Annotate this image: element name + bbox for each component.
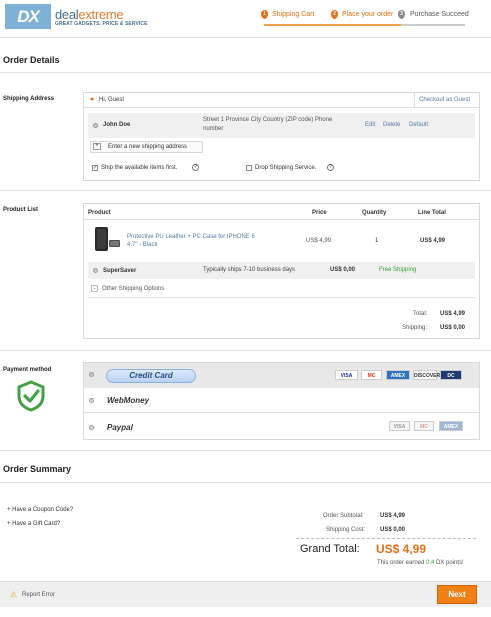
- shipping-cost: US$ 0,00: [330, 267, 356, 273]
- progress-line-3: [401, 24, 465, 26]
- brand-deal: deal: [55, 7, 79, 22]
- ship-available-checkbox[interactable]: ✓: [92, 165, 98, 171]
- progress-line-2: [332, 24, 401, 26]
- secure-shield-icon: [16, 380, 46, 412]
- free-shipping-note: Free Shipping: [379, 267, 417, 273]
- points-prefix: This order earned: [377, 560, 425, 566]
- divider: [0, 72, 491, 73]
- shipping-total-value: US$ 0,00: [440, 325, 466, 331]
- divider: [414, 93, 415, 107]
- product-name-line-1[interactable]: Protective PU Leather + PC Case for IPHO…: [127, 234, 255, 240]
- shipping-address-label: Shipping Address: [3, 96, 55, 102]
- shipping-method-radio[interactable]: [93, 268, 98, 273]
- points-value: 0,4: [426, 560, 435, 566]
- total-value: US$ 4,99: [440, 311, 466, 317]
- help-icon[interactable]: ?: [327, 164, 334, 171]
- product-quantity: 1: [375, 238, 379, 244]
- webmoney-radio[interactable]: [89, 398, 94, 403]
- user-icon: ●: [90, 96, 95, 103]
- shipping-cost-label: Shipping Cost:: [326, 527, 366, 533]
- other-shipping-options-link[interactable]: Other Shipping Options: [102, 286, 164, 292]
- checkout-as-guest-link[interactable]: Checkout as Guest: [419, 97, 470, 103]
- shipping-total-label: Shipping:: [402, 325, 428, 331]
- divider: [84, 107, 479, 108]
- col-line-total: Line Total: [418, 210, 446, 216]
- diners-club-icon: DC: [440, 370, 462, 380]
- divider: [0, 190, 491, 191]
- address-line-1: Street 1 Province City Country (ZIP code…: [203, 117, 333, 123]
- product-image[interactable]: [92, 225, 122, 255]
- discover-icon: DISCOVER: [413, 370, 440, 380]
- step-2-label: Place your order: [342, 11, 394, 18]
- total-label: Total:: [413, 311, 428, 317]
- col-price: Price: [312, 210, 327, 216]
- shipping-cost-value: US$ 0,00: [380, 527, 406, 533]
- divider: [0, 350, 491, 351]
- order-subtotal-value: US$ 4,99: [380, 513, 406, 519]
- next-button[interactable]: Next: [437, 585, 477, 604]
- plus-icon: +: [93, 143, 101, 150]
- product-price: US$ 4,99: [306, 238, 332, 244]
- col-quantity: Quantity: [362, 210, 387, 216]
- shipping-eta: Typically ships 7-10 business days: [203, 267, 296, 273]
- amex-icon: AMEX: [386, 370, 410, 380]
- product-name-line-2[interactable]: 4.7" - Black: [127, 242, 157, 248]
- help-icon[interactable]: ?: [192, 164, 199, 171]
- shipping-method-name: SuperSaver: [103, 268, 137, 274]
- coupon-link-label: Have a Coupon Code?: [12, 507, 74, 513]
- divider: [84, 219, 479, 220]
- grand-total-value: US$ 4,99: [376, 542, 427, 556]
- brand-tagline: GREAT GADGETS. PRICE & SERVICE: [55, 21, 148, 27]
- warning-icon: ⚠: [10, 590, 18, 599]
- add-shipping-address-label: Enter a new shipping address: [108, 144, 188, 150]
- order-subtotal-label: Order Subtotal:: [323, 513, 364, 519]
- report-error-link[interactable]: Report Error: [22, 592, 55, 598]
- drop-shipping-checkbox[interactable]: [246, 165, 252, 171]
- order-details-title: Order Details: [3, 55, 60, 65]
- ship-available-label: Ship the available items first.: [101, 165, 178, 171]
- address-radio[interactable]: [93, 123, 98, 128]
- delete-address-link[interactable]: Delete: [383, 122, 400, 128]
- col-product: Product: [88, 210, 111, 216]
- paypal-radio[interactable]: [89, 425, 94, 430]
- mastercard-icon: MC: [361, 370, 382, 380]
- visa-icon: VISA: [389, 421, 410, 431]
- greeting-text: Hi, Guest: [99, 97, 125, 103]
- edit-address-link[interactable]: Edit: [365, 122, 375, 128]
- points-note: This order earned 0,4 DX points!: [377, 560, 464, 566]
- coupon-link[interactable]: + Have a Coupon Code?: [7, 507, 73, 513]
- divider: [296, 538, 476, 539]
- credit-card-radio[interactable]: [89, 372, 94, 377]
- brand-name: dealextreme: [55, 7, 124, 22]
- credit-card-button[interactable]: Credit Card: [106, 369, 196, 383]
- gift-card-link-label: Have a Gift Card?: [12, 521, 61, 527]
- divider: [88, 297, 475, 298]
- visa-icon: VISA: [335, 370, 358, 380]
- product-list-label: Product List: [3, 207, 39, 213]
- product-line-total: US$ 4,99: [420, 238, 446, 244]
- default-address-link[interactable]: Default: [409, 122, 428, 128]
- mastercard-icon: MC: [414, 421, 434, 431]
- divider: [84, 412, 479, 413]
- address-name: John Doe: [103, 122, 131, 128]
- payment-method-label: Payment method: [3, 367, 52, 373]
- step-1-label: Shipping Cart: [272, 11, 315, 18]
- progress-line-1: [264, 24, 332, 26]
- drop-shipping-label: Drop Shipping Service.: [255, 165, 317, 171]
- divider: [0, 482, 491, 483]
- chevron-down-icon[interactable]: ⌄: [91, 285, 98, 292]
- grand-total-label: Grand Total:: [300, 543, 360, 555]
- address-line-2: number: [203, 126, 224, 132]
- footer-bar: [0, 581, 491, 607]
- amex-icon: AMEX: [439, 421, 463, 431]
- webmoney-option[interactable]: WebMoney: [107, 396, 149, 405]
- order-summary-title: Order Summary: [3, 464, 72, 474]
- brand-extreme: extreme: [78, 7, 124, 22]
- dx-logo[interactable]: DX: [5, 4, 51, 29]
- divider: [0, 450, 491, 451]
- step-3-label: Purchase Succeed: [410, 11, 469, 18]
- gift-card-link[interactable]: + Have a Gift Card?: [7, 521, 60, 527]
- paypal-option[interactable]: Paypal: [107, 423, 133, 432]
- points-suffix: DX points!: [436, 560, 464, 566]
